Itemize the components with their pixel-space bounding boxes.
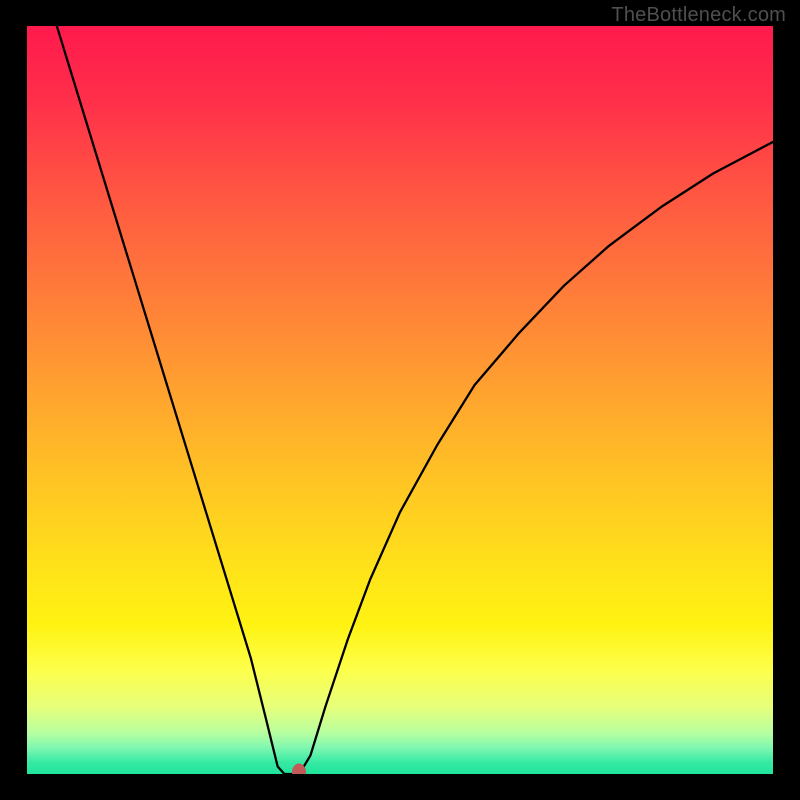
bottleneck-curve — [27, 26, 773, 774]
chart-container: TheBottleneck.com — [0, 0, 800, 800]
plot-area — [27, 26, 773, 774]
watermark-text: TheBottleneck.com — [611, 4, 786, 27]
optimal-point-marker — [292, 764, 306, 775]
